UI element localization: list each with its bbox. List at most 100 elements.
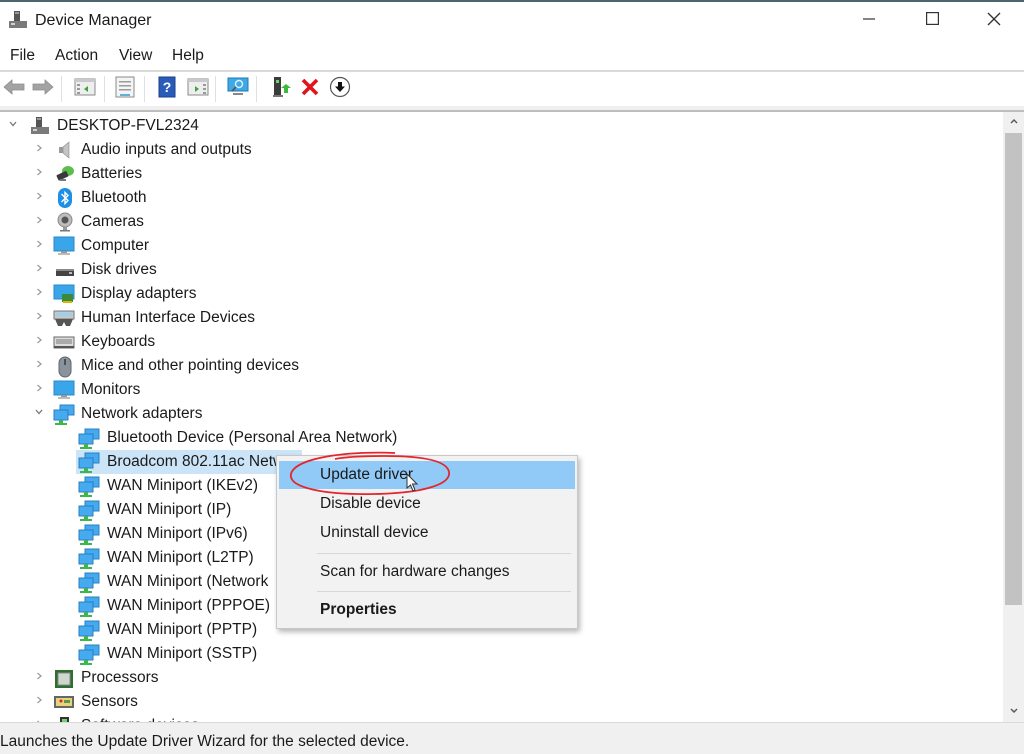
scrollbar-thumb[interactable] [1005, 133, 1022, 605]
chevron-right-icon[interactable] [33, 238, 45, 252]
maximize-button[interactable] [901, 2, 963, 40]
mouse-cursor-icon [406, 473, 419, 492]
device-label: WAN Miniport (PPTP) [107, 621, 258, 638]
tree-category-row-network-adapters[interactable]: Network adapters [0, 402, 1003, 426]
tree-category-row[interactable]: Display adapters [0, 282, 1003, 306]
network-adapter-icon [78, 428, 100, 449]
network-adapter-icon [78, 500, 100, 521]
context-menu-properties[interactable]: Properties [279, 596, 575, 624]
close-button[interactable] [963, 2, 1024, 40]
maximize-icon [925, 12, 939, 30]
chevron-down-icon[interactable] [33, 406, 45, 420]
menu-action[interactable]: Action [55, 47, 98, 65]
tree-root-label: DESKTOP-FVL2324 [57, 117, 199, 134]
properties-button[interactable] [113, 76, 137, 101]
chevron-right-icon[interactable] [33, 190, 45, 204]
chevron-right-icon[interactable] [33, 670, 45, 684]
category-label: Audio inputs and outputs [81, 141, 252, 158]
chevron-right-icon[interactable] [33, 142, 45, 156]
tree-category-row[interactable]: Computer [0, 234, 1003, 258]
toolbar: ? [0, 72, 1024, 106]
category-label: Processors [81, 669, 159, 686]
menu-item-label: Update driver [320, 466, 414, 483]
category-label: Display adapters [81, 285, 197, 302]
scroll-down-button[interactable] [1003, 702, 1024, 722]
context-menu-uninstall-device[interactable]: Uninstall device [279, 519, 575, 547]
chevron-down-icon[interactable] [7, 118, 19, 132]
tree-category-row[interactable]: Sensors [0, 690, 1003, 714]
menu-help[interactable]: Help [172, 47, 204, 65]
speaker-icon [55, 140, 75, 160]
context-menu-update-driver[interactable]: Update driver [279, 461, 575, 489]
back-button[interactable] [2, 77, 26, 101]
chevron-right-icon[interactable] [33, 166, 45, 180]
tree-category-row[interactable]: Audio inputs and outputs [0, 138, 1003, 162]
category-label: Computer [81, 237, 150, 254]
tree-category-row[interactable]: Bluetooth [0, 186, 1003, 210]
tree-category-row[interactable]: Monitors [0, 378, 1003, 402]
device-label: Broadcom 802.11ac Netw [107, 453, 285, 470]
tree-category-row[interactable]: Disk drives [0, 258, 1003, 282]
chevron-right-icon[interactable] [33, 262, 45, 276]
chevron-right-icon[interactable] [33, 694, 45, 708]
minimize-button[interactable] [838, 2, 900, 40]
device-label: WAN Miniport (SSTP) [107, 645, 258, 662]
context-menu-separator [317, 591, 571, 592]
chevron-right-icon[interactable] [33, 310, 45, 324]
chevron-right-icon[interactable] [33, 286, 45, 300]
scan-hardware-button[interactable] [226, 77, 250, 101]
device-label: WAN Miniport (PPPOE) [107, 597, 271, 614]
show-hide-console-tree-button[interactable] [73, 77, 97, 101]
close-icon [987, 12, 1001, 31]
update-driver-button[interactable] [268, 76, 292, 103]
category-label: Human Interface Devices [81, 309, 256, 326]
monitor-icon [53, 380, 75, 400]
tree-category-row[interactable]: Software devices [0, 714, 1003, 722]
category-label: Sensors [81, 693, 138, 710]
tree-category-row[interactable]: Batteries [0, 162, 1003, 186]
processor-icon [53, 668, 73, 688]
chevron-right-icon[interactable] [33, 358, 45, 372]
chevron-right-icon[interactable] [33, 214, 45, 228]
scroll-up-button[interactable] [1003, 112, 1024, 132]
arrow-right-icon [32, 78, 54, 101]
red-x-icon [300, 77, 320, 102]
keyboard-icon [53, 332, 75, 352]
help-button[interactable]: ? [155, 76, 179, 101]
toolbar-separator [256, 76, 257, 102]
tree-category-row[interactable]: Human Interface Devices [0, 306, 1003, 330]
context-menu-disable-device[interactable]: Disable device [279, 490, 575, 518]
bluetooth-icon [55, 188, 75, 208]
device-label: WAN Miniport (L2TP) [107, 549, 254, 566]
device-tree[interactable]: DESKTOP-FVL2324 Audio inputs and outputs… [0, 112, 1003, 722]
tree-device-row[interactable]: WAN Miniport (SSTP) [0, 642, 1003, 666]
tree-device-row[interactable]: Bluetooth Device (Personal Area Network) [0, 426, 1003, 450]
category-label: Batteries [81, 165, 143, 182]
network-adapter-icon [78, 596, 100, 617]
network-adapter-icon [53, 404, 75, 425]
menu-item-label: Disable device [320, 495, 421, 512]
menu-file[interactable]: File [10, 47, 35, 65]
show-hide-action-pane-button[interactable] [186, 77, 210, 101]
category-label: Bluetooth [81, 189, 147, 206]
tree-category-row[interactable]: Keyboards [0, 330, 1003, 354]
mouse-icon [55, 356, 75, 378]
menu-view[interactable]: View [119, 47, 152, 65]
uninstall-device-button[interactable] [298, 77, 322, 101]
tree-root-row[interactable]: DESKTOP-FVL2324 [0, 114, 1003, 138]
toolbar-separator [215, 76, 216, 102]
console-tree-icon [74, 77, 96, 102]
title-bar[interactable]: Device Manager [0, 2, 1024, 40]
disable-device-button[interactable] [328, 76, 352, 101]
context-menu-scan-hardware[interactable]: Scan for hardware changes [279, 558, 575, 586]
tree-category-row[interactable]: Processors [0, 666, 1003, 690]
tree-category-row[interactable]: Mice and other pointing devices [0, 354, 1003, 378]
forward-button[interactable] [31, 77, 55, 101]
tree-category-row[interactable]: Cameras [0, 210, 1003, 234]
chevron-right-icon[interactable] [33, 382, 45, 396]
webcam-icon [55, 212, 75, 232]
vertical-scrollbar[interactable] [1003, 112, 1024, 722]
computer-tower-icon [30, 116, 50, 136]
update-driver-icon [269, 76, 291, 103]
chevron-right-icon[interactable] [33, 334, 45, 348]
